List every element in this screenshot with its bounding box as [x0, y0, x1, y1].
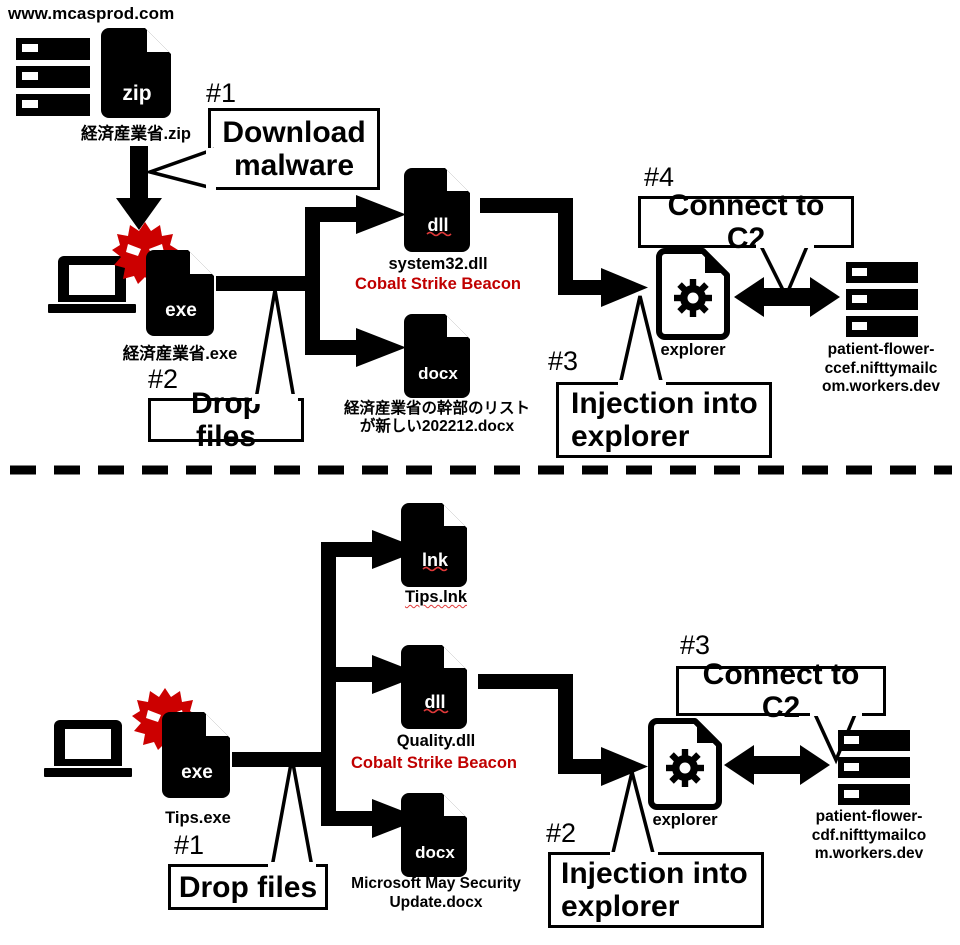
docx-file-label-top-line1: 経済産業省の幹部のリスト — [343, 400, 530, 417]
docx-file-label-bottom-line2: Update.docx — [389, 893, 483, 911]
c2-domain-bottom-line1: patient-flower- — [815, 808, 923, 825]
c2-domain-top-line2: ccef.nifttymailc — [824, 359, 938, 377]
bidirectional-arrow-bottom — [724, 745, 830, 785]
callout-download-malware-line2: malware — [233, 149, 355, 182]
docx-file-label-bottom-line1: Microsoft May Security — [351, 875, 521, 892]
svg-text:docx: docx — [415, 843, 455, 862]
callout-pointer-injection-bottom — [609, 771, 658, 862]
step-1-number-bottom: #1 — [174, 830, 205, 860]
lnk-file-icon: lnk — [401, 503, 467, 587]
docx-file-icon-bottom: docx — [401, 793, 467, 877]
step-2-number-bottom: #2 — [546, 818, 577, 848]
callout-connect-c2-bottom: Connect to C2 — [676, 658, 886, 724]
svg-text:exe: exe — [165, 300, 197, 321]
c2-domain-top-line1: patient-flower- — [827, 341, 935, 358]
docx-file-label-bottom: Microsoft May Security Update.docx — [330, 875, 542, 912]
branch-connector-bottom — [232, 530, 422, 838]
callout-connect-c2-top-text: Connect to C2 — [667, 189, 825, 255]
callout-pointer-download-malware — [144, 147, 216, 192]
exe-file-icon-bottom: exe — [162, 712, 230, 798]
dll-file-icon-top: dll — [404, 168, 470, 252]
attack-chain-diagram: www.mcasprod.com zip 経済産業省.zip #1 Downlo… — [0, 0, 960, 945]
c2-domain-top-line3: om.workers.dev — [821, 378, 941, 396]
callout-download-malware: Download malware — [208, 108, 380, 190]
callout-injection-top: Injection into explorer — [556, 382, 772, 458]
zip-file-icon: zip — [101, 28, 171, 118]
docx-file-icon-top: docx — [404, 314, 470, 398]
c2-domain-label-top: patient-flower- ccef.nifttymailc om.work… — [786, 341, 960, 397]
callout-injection-bottom-line2: explorer — [561, 890, 680, 923]
dll-file-icon-bottom: dll — [401, 645, 467, 729]
step-3-number-top: #3 — [548, 346, 579, 376]
c2-domain-label-bottom: patient-flower- cdf.nifttymailco m.worke… — [774, 808, 960, 864]
explorer-process-icon-bottom — [648, 718, 722, 810]
svg-text:zip: zip — [122, 82, 151, 105]
docx-file-label-top: 経済産業省の幹部のリスト が新しい202212.docx — [312, 400, 562, 437]
step-1-number: #1 — [206, 78, 237, 108]
c2-domain-bottom-line3: m.workers.dev — [814, 845, 924, 863]
c2-domain-bottom-line2: cdf.nifttymailco — [811, 826, 927, 844]
svg-text:exe: exe — [181, 762, 213, 783]
section-divider-dashed — [10, 465, 952, 475]
bidirectional-arrow-top — [734, 277, 840, 317]
connector-dll-to-explorer-top — [480, 198, 648, 307]
zip-file-label: 経済産業省.zip — [81, 125, 191, 143]
step-3-number-bottom: #3 — [680, 630, 711, 660]
svg-text:docx: docx — [418, 364, 458, 383]
callout-injection-bottom: Injection into explorer — [548, 852, 764, 928]
explorer-process-icon-top — [656, 248, 730, 340]
web-server-icon — [16, 38, 90, 116]
lnk-file-label: Tips.lnk — [384, 588, 488, 607]
docx-file-label-top-line2: が新しい202212.docx — [359, 418, 515, 436]
c2-server-icon-bottom — [838, 730, 910, 805]
lnk-file-label-text: Tips.lnk — [404, 588, 468, 606]
callout-drop-files-bottom-text: Drop files — [178, 870, 318, 904]
callout-drop-files-top: Drop files — [148, 387, 304, 453]
callout-injection-top-line2: explorer — [571, 420, 690, 453]
exe-file-icon-top: exe — [146, 250, 214, 336]
callout-pointer-drop-files-top — [252, 289, 298, 404]
c2-server-icon-top — [846, 262, 918, 337]
callout-injection-top-line1: Injection into — [571, 387, 758, 420]
callout-connect-c2-top: Connect to C2 — [638, 189, 854, 255]
callout-pointer-injection-top — [617, 295, 666, 390]
laptop-icon-bottom — [44, 720, 132, 777]
source-url-label: www.mcasprod.com — [8, 4, 175, 23]
callout-download-malware-line1: Download — [222, 116, 366, 149]
callout-pointer-drop-files-bottom — [268, 757, 316, 872]
